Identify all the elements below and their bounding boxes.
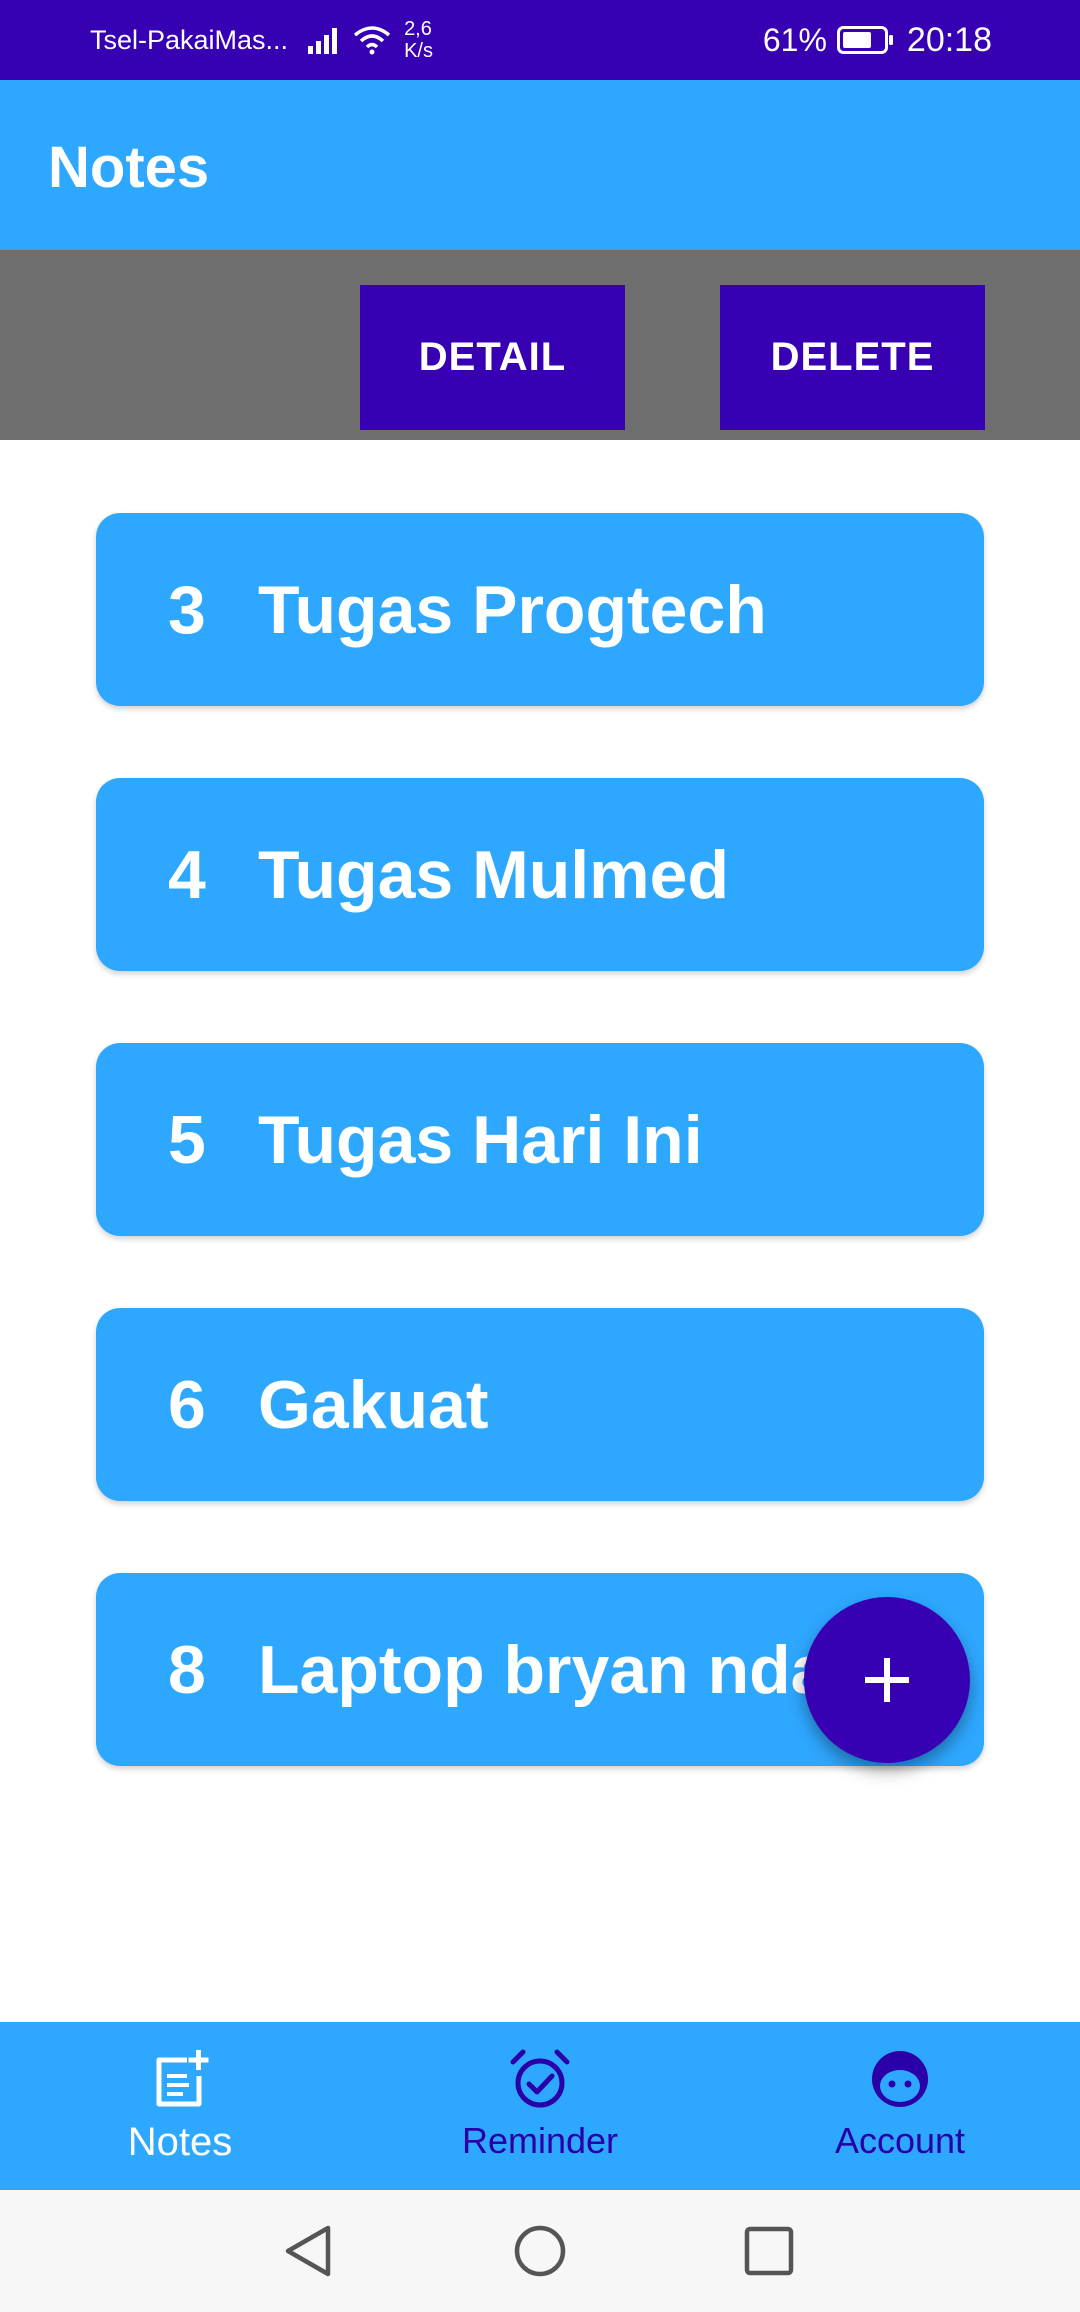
- status-bar: Tsel-PakaiMas... 2,6 K/s 61% 20:18: [0, 0, 1080, 80]
- note-id: 5: [168, 1101, 206, 1178]
- note-id: 6: [168, 1366, 206, 1443]
- wifi-icon: [353, 26, 391, 55]
- note-title: Gakuat: [258, 1366, 489, 1443]
- note-id: 3: [168, 571, 206, 648]
- recents-icon[interactable]: [738, 2220, 800, 2282]
- system-navigation: [0, 2190, 1080, 2312]
- carrier-name: Tsel-PakaiMas...: [90, 24, 289, 55]
- signal-icon: [308, 28, 338, 54]
- note-id: 8: [168, 1631, 206, 1708]
- note-title: Laptop bryan ndak: [258, 1631, 867, 1708]
- action-bar: DETAIL DELETE: [0, 250, 1080, 440]
- note-item[interactable]: 3 Tugas Progtech: [96, 513, 984, 706]
- note-title: Tugas Hari Ini: [258, 1101, 703, 1178]
- note-title: Tugas Mulmed: [258, 836, 729, 913]
- detail-button[interactable]: DETAIL: [360, 285, 625, 430]
- network-speed: 2,6 K/s: [404, 18, 433, 62]
- note-id: 4: [168, 836, 206, 913]
- clock: 20:18: [906, 20, 992, 59]
- net-speed-unit: K/s: [404, 40, 433, 62]
- nav-label-notes: Notes: [127, 2120, 233, 2164]
- nav-item-reminder[interactable]: Reminder: [360, 2022, 720, 2190]
- note-item[interactable]: 6 Gakuat: [96, 1308, 984, 1501]
- status-left: Tsel-PakaiMas... 2,6 K/s: [90, 0, 433, 80]
- net-speed-value: 2,6: [404, 18, 432, 40]
- home-icon[interactable]: [509, 2220, 571, 2282]
- note-item[interactable]: 4 Tugas Mulmed: [96, 778, 984, 971]
- nav-item-account[interactable]: Account: [720, 2022, 1080, 2190]
- app-bar: Notes: [0, 80, 1080, 250]
- back-icon[interactable]: [278, 2220, 340, 2282]
- note-title: Tugas Progtech: [258, 571, 767, 648]
- nav-item-notes[interactable]: Notes: [0, 2022, 360, 2190]
- note-add-icon: [156, 2050, 209, 2107]
- battery-percentage: 61%: [762, 21, 827, 58]
- nav-label-account: Account: [834, 2120, 966, 2161]
- status-right: 61% 20:18: [763, 0, 992, 80]
- delete-button[interactable]: DELETE: [720, 285, 985, 430]
- nav-label-reminder: Reminder: [461, 2120, 619, 2161]
- alarm-check-icon: [510, 2049, 570, 2108]
- bottom-navigation: Notes Reminder Account: [0, 2022, 1080, 2190]
- battery-icon: [836, 26, 893, 54]
- plus-icon: [865, 1658, 909, 1702]
- face-icon: [872, 2051, 928, 2107]
- note-item[interactable]: 5 Tugas Hari Ini: [96, 1043, 984, 1236]
- add-note-button[interactable]: [804, 1597, 970, 1763]
- page-title: Notes: [48, 135, 210, 200]
